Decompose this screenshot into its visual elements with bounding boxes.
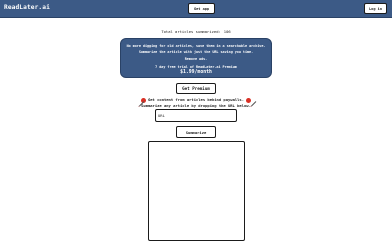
paywall-note: Get content from articles behind paywall… [0, 97, 392, 103]
paywall-text: Get content from articles behind paywall… [147, 97, 244, 102]
stat-label: Total articles summarized: [161, 29, 221, 34]
promo-line-trial: 7 day free trial of ReadLater.ai Premium [155, 65, 237, 69]
pencil-icon [250, 101, 257, 107]
articles-summarized-stat: Total articles summarized: 106 [0, 29, 392, 34]
promo-line-summarize: Summarize the article with just the URL … [138, 50, 254, 54]
stat-count: 106 [223, 29, 231, 34]
login-button[interactable]: Log in [364, 3, 387, 14]
summary-output[interactable] [148, 141, 245, 241]
promo-line-ads: Remove ads. [184, 57, 208, 61]
promo-price: $1.99/month [180, 70, 212, 75]
premium-promo-card: No more digging for old articles, save t… [120, 38, 272, 78]
instruction-text: Summarize any article by dropping the UR… [141, 103, 251, 108]
summarize-button[interactable]: Summarize [176, 126, 216, 138]
page: ReadLater.ai Get app Log in Total articl… [0, 0, 392, 245]
header-bar: ReadLater.ai Get app Log in [0, 0, 392, 18]
promo-line-archive: No more digging for old articles, save t… [126, 44, 266, 48]
app-logo[interactable]: ReadLater.ai [4, 4, 50, 11]
url-input[interactable] [155, 109, 237, 122]
get-premium-button[interactable]: Get Premium [176, 83, 216, 94]
get-app-button[interactable]: Get app [188, 3, 215, 14]
